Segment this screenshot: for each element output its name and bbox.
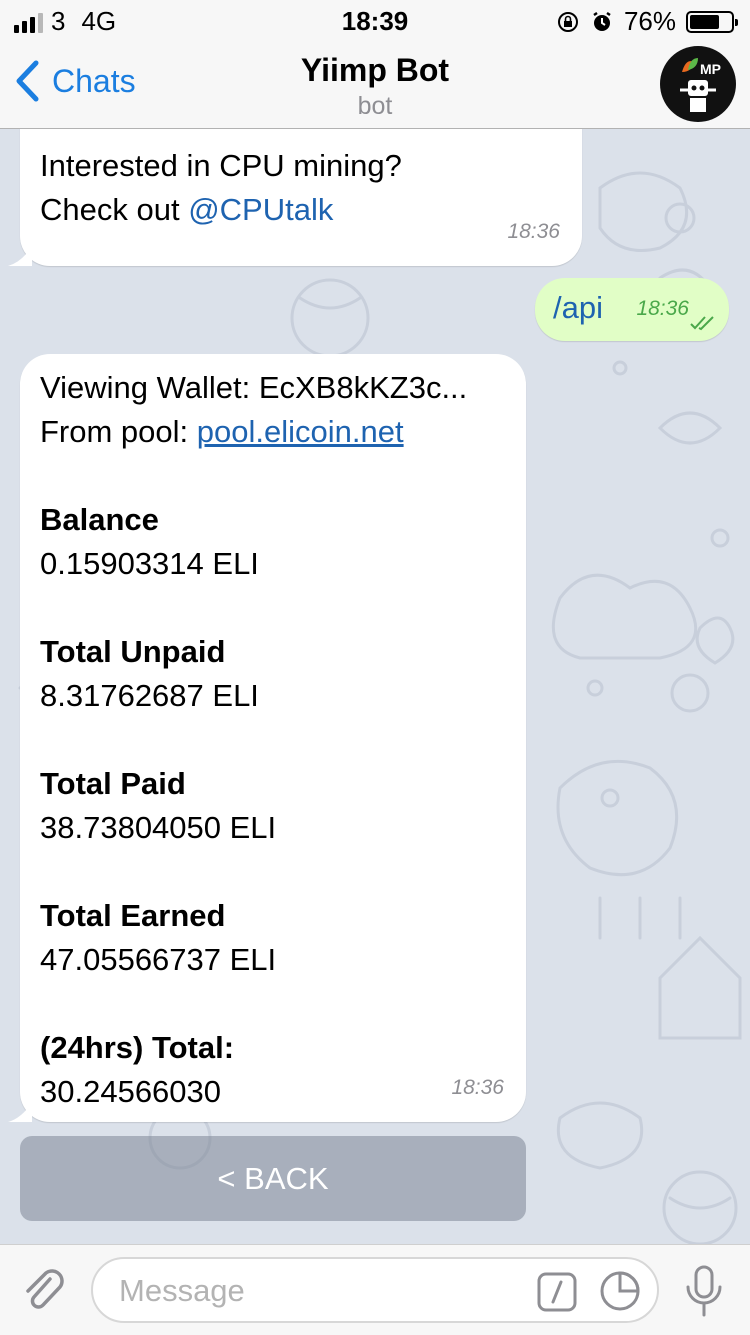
paperclip-icon[interactable] [20,1267,68,1315]
message-text-line: Interested in CPU mining? [40,148,402,183]
total-24hrs-value: 30.24566030 [40,1074,222,1109]
total-unpaid-label: Total Unpaid [40,634,226,669]
pool-link[interactable]: pool.elicoin.net [197,414,404,449]
microphone-icon[interactable] [684,1265,724,1317]
message-time: 18:36 [507,220,560,243]
message-list[interactable]: Interested in CPU mining? Check out @CPU… [0,128,750,1244]
message-time: 18:36 [451,1076,504,1099]
pool-prefix: From pool: [40,414,197,449]
cputalk-mention-link[interactable]: @CPUtalk [188,192,333,227]
alarm-icon [593,11,611,31]
orientation-lock-icon [557,11,578,32]
read-checkmarks-icon [690,316,714,331]
total-earned-label: Total Earned [40,898,226,933]
bot-avatar[interactable]: MP [660,46,736,122]
battery-percent: 76% [623,6,676,36]
total-unpaid-value: 8.31762687 ELI [40,678,259,713]
message-text: Check out [40,192,189,227]
sticker-icon[interactable] [599,1270,641,1312]
message-field[interactable] [91,1257,659,1323]
total-earned-value: 47.05566737 ELI [40,942,277,977]
keyboard-back-button[interactable]: < BACK [20,1136,526,1221]
bubble-tail [8,1102,32,1122]
chat-header: Chats Yiimp Bot bot MP [0,40,750,129]
balance-label: Balance [40,502,159,537]
balance-value: 0.15903314 ELI [40,546,259,581]
api-command-link[interactable]: /api [553,286,603,330]
status-bar: 3 4G 18:39 76% [0,0,750,40]
total-paid-label: Total Paid [40,766,186,801]
bot-command-icon[interactable] [537,1272,577,1312]
total-24hrs-label: (24hrs) Total: [40,1030,235,1065]
outgoing-message: /api 18:36 [535,278,729,341]
robot-logo-icon: MP [680,58,721,112]
incoming-message: Interested in CPU mining? Check out @CPU… [8,128,582,266]
chat-title: Yiimp Bot [300,52,450,88]
message-input-bar [0,1244,750,1335]
message-time: 18:36 [636,297,689,320]
bubble-tail [8,246,32,266]
incoming-wallet-message: Viewing Wallet: EcXB8kKZ3c... From pool:… [8,354,526,1122]
chat-subtitle: bot [357,92,393,120]
battery-icon [686,10,738,33]
avatar-text: MP [700,61,721,77]
message-input[interactable] [117,1267,521,1315]
total-paid-value: 38.73804050 ELI [40,810,277,845]
wallet-line: Viewing Wallet: EcXB8kKZ3c... [40,370,468,405]
